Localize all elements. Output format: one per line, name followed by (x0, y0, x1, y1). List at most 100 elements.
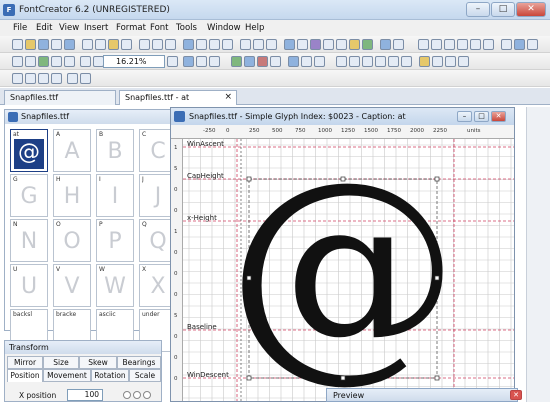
point-tool-icon[interactable] (25, 56, 36, 67)
maximize-button[interactable]: □ (491, 2, 515, 17)
insert-glyph-icon[interactable] (183, 39, 194, 50)
find-icon[interactable] (165, 39, 176, 50)
contour-tool-icon[interactable] (38, 56, 49, 67)
metrics-icon[interactable] (284, 39, 295, 50)
mapping-icon[interactable] (310, 39, 321, 50)
glyph-list-icon[interactable] (418, 39, 429, 50)
tab-position[interactable]: Position (7, 369, 43, 382)
nav-back-icon[interactable] (209, 39, 220, 50)
glyph-cell[interactable]: WW (96, 264, 134, 307)
glyph-cell[interactable]: AA (53, 129, 91, 172)
zoom-dropdown-icon[interactable] (167, 56, 178, 67)
ellipse-icon[interactable] (301, 56, 312, 67)
ruler-icon[interactable] (419, 56, 430, 67)
text-tool-icon[interactable] (501, 39, 512, 50)
align-right-icon[interactable] (458, 56, 469, 67)
tab-close-icon[interactable]: × (224, 92, 232, 102)
red-shape-icon[interactable] (257, 56, 268, 67)
redo-icon[interactable] (152, 39, 163, 50)
tab-rotation[interactable]: Rotation (91, 369, 129, 382)
zoom-level-select[interactable]: 16.21% (103, 55, 165, 68)
glyph-canvas[interactable]: WinAscent CapHeight x-Height Baseline WinDes… (183, 139, 514, 401)
glyph-cell[interactable]: PP (96, 219, 134, 262)
anchor-radio-right[interactable] (143, 391, 151, 399)
tab-bearings[interactable]: Bearings (117, 356, 161, 369)
minimize-button[interactable]: – (466, 2, 490, 17)
glyph-cell[interactable]: NN (10, 219, 48, 262)
tab-mirror[interactable]: Mirror (7, 356, 43, 369)
print-icon[interactable] (51, 39, 62, 50)
tab-font-overview[interactable]: Snapfiles.ttf (4, 90, 116, 105)
settings-icon[interactable] (457, 39, 468, 50)
close-button[interactable]: ✕ (516, 2, 546, 17)
outline-icon[interactable] (244, 56, 255, 67)
glyph-cell[interactable]: at @ (10, 129, 48, 172)
test-icon[interactable] (349, 39, 360, 50)
rotate-icon[interactable] (80, 73, 91, 84)
paste-icon[interactable] (108, 39, 119, 50)
undo-icon[interactable] (139, 39, 150, 50)
grid-f-icon[interactable] (401, 56, 412, 67)
glyph-cell[interactable]: BB (96, 129, 134, 172)
rectangle-icon[interactable] (288, 56, 299, 67)
hinting-icon[interactable] (323, 39, 334, 50)
validate-icon[interactable] (362, 39, 373, 50)
glyph-cell[interactable]: II (96, 174, 134, 217)
preview-icon[interactable] (64, 39, 75, 50)
glyph-info-icon[interactable] (266, 39, 277, 50)
preview-close-button[interactable]: ✕ (510, 390, 522, 400)
cut-icon[interactable] (82, 39, 93, 50)
flip-icon[interactable] (67, 73, 78, 84)
glyph-cell[interactable]: OO (53, 219, 91, 262)
menu-view[interactable]: View (59, 23, 79, 33)
glyph-close-button[interactable]: ✕ (491, 111, 506, 122)
delete-icon[interactable] (121, 39, 132, 50)
contour-up-icon[interactable] (12, 73, 23, 84)
contour-right-icon[interactable] (51, 73, 62, 84)
menu-tools[interactable]: Tools (176, 23, 197, 33)
char-map-icon[interactable] (431, 39, 442, 50)
glyph-cell[interactable]: VV (53, 264, 91, 307)
contour-left-icon[interactable] (38, 73, 49, 84)
contour-down-icon[interactable] (25, 73, 36, 84)
menu-edit[interactable]: Edit (36, 23, 52, 33)
help-icon[interactable] (527, 39, 538, 50)
glyph-cell[interactable]: GG (10, 174, 48, 217)
fill-icon[interactable] (231, 56, 242, 67)
show-points-icon[interactable] (196, 56, 207, 67)
right-scroll-area[interactable] (526, 107, 550, 402)
grid-c-icon[interactable] (362, 56, 373, 67)
zoom-in-icon[interactable] (80, 56, 91, 67)
tab-skew[interactable]: Skew (79, 356, 117, 369)
grid-b-icon[interactable] (349, 56, 360, 67)
install-icon[interactable] (380, 39, 391, 50)
grid-a-icon[interactable] (336, 56, 347, 67)
knife-tool-icon[interactable] (51, 56, 62, 67)
tab-movement[interactable]: Movement (43, 369, 91, 382)
align-left-icon[interactable] (432, 56, 443, 67)
show-grid-icon[interactable] (183, 56, 194, 67)
tab-scale[interactable]: Scale (129, 369, 161, 382)
menu-file[interactable]: File (13, 23, 27, 33)
kerning-icon[interactable] (297, 39, 308, 50)
x-position-input[interactable]: 100 (67, 389, 103, 401)
menu-format[interactable]: Format (116, 23, 146, 33)
save-icon[interactable] (38, 39, 49, 50)
show-guides-icon[interactable] (209, 56, 220, 67)
redo2-icon[interactable] (253, 39, 264, 50)
new-icon[interactable] (12, 39, 23, 50)
grid-e-icon[interactable] (388, 56, 399, 67)
tab-glyph-at[interactable]: Snapfiles.ttf - at × (119, 90, 237, 105)
glyph-minimize-button[interactable]: – (457, 111, 472, 122)
align-center-icon[interactable] (445, 56, 456, 67)
menu-help[interactable]: Help (245, 23, 264, 33)
hand-tool-icon[interactable] (64, 56, 75, 67)
view-icon[interactable] (470, 39, 481, 50)
menu-window[interactable]: Window (207, 23, 241, 33)
select-icon[interactable] (12, 56, 23, 67)
text-icon[interactable] (444, 39, 455, 50)
format-icon[interactable] (336, 39, 347, 50)
tab-size[interactable]: Size (43, 356, 79, 369)
glyph-restore-button[interactable]: □ (474, 111, 489, 122)
overview-icon[interactable] (393, 39, 404, 50)
